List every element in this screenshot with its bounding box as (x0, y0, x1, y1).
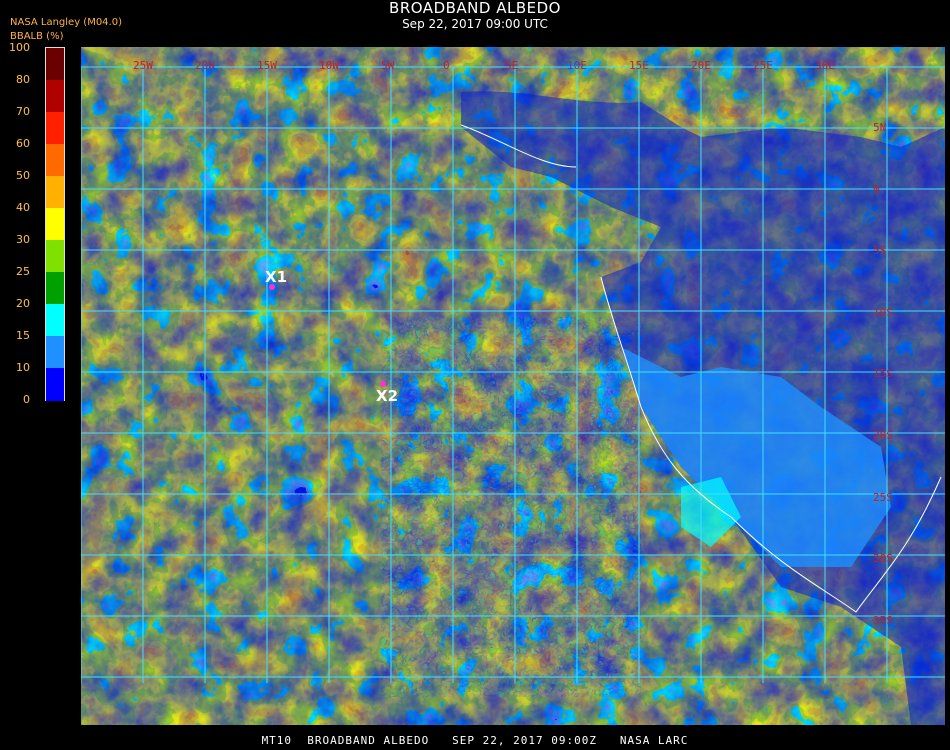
legend-swatch (46, 240, 64, 273)
color-legend (45, 47, 65, 401)
legend-swatch (46, 112, 64, 145)
latitude-label: 25S (873, 490, 893, 504)
site-marker-x1 (269, 284, 275, 290)
longitude-label: 30E (815, 59, 835, 72)
site-label-x2: X2 (376, 387, 399, 405)
albedo-map-canvas (81, 47, 945, 725)
latitude-label: 35S (873, 613, 893, 627)
legend-level-label: 70 (16, 105, 30, 118)
legend-level-label: 100 (9, 41, 30, 54)
latitude-label: 0 (873, 182, 880, 196)
longitude-label: 15W (257, 59, 277, 72)
legend-level-label: 30 (16, 233, 30, 246)
legend-level-label: 80 (16, 73, 30, 86)
legend-level-label: 15 (16, 329, 30, 342)
legend-swatch (46, 368, 64, 401)
legend-level-label: 60 (16, 137, 30, 150)
legend-swatch (46, 272, 64, 305)
longitude-label: 10W (319, 59, 339, 72)
legend-swatch (46, 336, 64, 369)
longitude-label: 20E (691, 59, 711, 72)
legend-swatch (46, 48, 64, 81)
legend-swatch (46, 208, 64, 241)
provider-label: NASA Langley (M04.0) (10, 17, 122, 28)
legend-level-label: 0 (23, 393, 30, 406)
longitude-label: 25E (753, 59, 773, 72)
legend-swatch (46, 304, 64, 337)
longitude-label: 25W (133, 59, 153, 72)
latitude-label: 15S (873, 367, 893, 381)
longitude-label: 15E (629, 59, 649, 72)
latitude-label: 30S (873, 552, 893, 566)
site-marker-x2 (380, 381, 386, 387)
legend-swatch (46, 176, 64, 209)
latitude-label: 10S (873, 305, 893, 319)
legend-level-label: 40 (16, 201, 30, 214)
longitude-label: 10E (567, 59, 587, 72)
longitude-label: 5W (381, 59, 395, 72)
longitude-label: 5E (505, 59, 519, 72)
albedo-map (81, 47, 945, 725)
latitude-label: 5N (873, 121, 887, 134)
legend-level-label: 10 (16, 361, 30, 374)
latitude-label: 5S (873, 244, 887, 258)
broken-cloud-field (381, 317, 641, 697)
site-label-x1: X1 (265, 268, 288, 286)
legend-level-label: 20 (16, 297, 30, 310)
legend-swatch (46, 144, 64, 177)
map-title: BROADBAND ALBEDO (389, 0, 561, 17)
legend-swatch (46, 80, 64, 113)
map-timestamp: Sep 22, 2017 09:00 UTC (402, 17, 548, 31)
longitude-label: 20W (195, 59, 215, 72)
latitude-label: 20S (873, 429, 893, 442)
longitude-label: 0 (443, 59, 450, 72)
legend-level-label: 50 (16, 169, 30, 182)
legend-level-label: 25 (16, 265, 30, 278)
footer-caption: MT10 BROADBAND ALBEDO SEP 22, 2017 09:00… (261, 734, 689, 747)
